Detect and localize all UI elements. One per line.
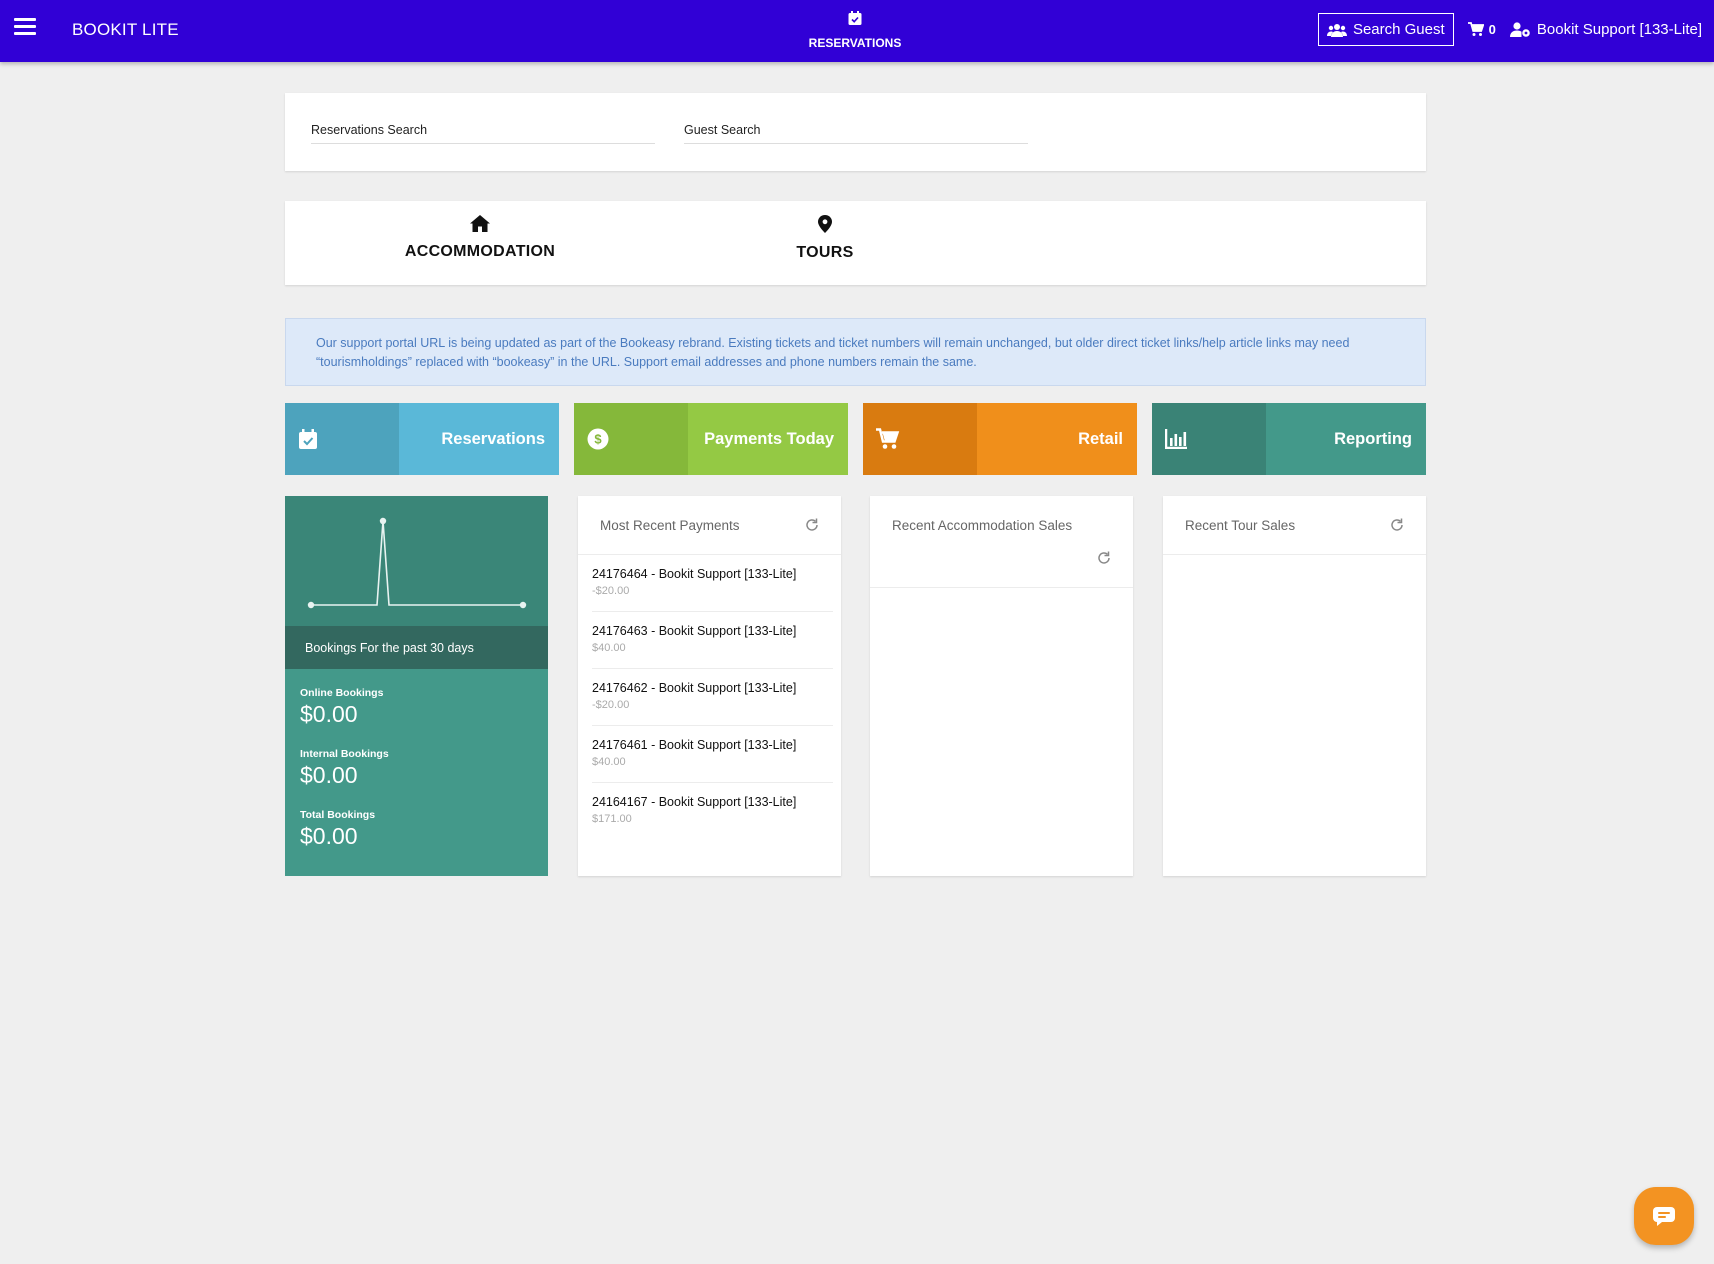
svg-text:$: $ [594,432,602,447]
recent-accommodation-card: Recent Accommodation Sales [870,496,1133,876]
tile-payments-icon-area: $ [574,403,688,475]
sparkline-point [307,601,315,609]
recent-payments-title: Most Recent Payments [600,518,740,533]
tile-payments-label: Payments Today [688,403,848,475]
recent-payments-header: Most Recent Payments [578,496,841,555]
tile-reporting-label: Reporting [1266,403,1426,475]
category-tours-label: TOURS [796,244,854,261]
calendar-check-icon [299,429,317,449]
tile-retail-icon-area [863,403,977,475]
users-icon [1326,23,1347,37]
bookings-stats-panel: Bookings For the past 30 days Online Boo… [285,496,548,876]
cart-count: 0 [1488,22,1496,37]
payment-reference: 24176464 - Bookit Support [133-Lite] [592,567,797,581]
tile-reservations-icon-area [285,403,399,475]
payment-reference: 24176463 - Bookit Support [133-Lite] [592,624,797,638]
support-notice: Our support portal URL is being updated … [285,318,1426,386]
calendar-check-icon [848,11,862,25]
bar-chart-icon [1165,429,1187,449]
payment-list-item[interactable]: 24176462 - Bookit Support [133-Lite] -$20… [592,669,833,726]
internal-bookings-stat: Internal Bookings $0.00 [285,748,548,789]
search-guest-button[interactable]: Search Guest [1317,13,1454,46]
payment-list-item[interactable]: 24176461 - Bookit Support [133-Lite] $40.… [592,726,833,783]
refresh-icon[interactable] [1390,518,1404,532]
online-bookings-value: $0.00 [300,701,358,727]
dollar-circle-icon: $ [587,428,609,450]
total-bookings-label: Total Bookings [300,809,376,821]
payment-reference: 24176461 - Bookit Support [133-Lite] [592,738,797,752]
refresh-icon[interactable] [805,518,819,532]
payment-amount: $40.00 [592,642,626,654]
tile-reservations-label: Reservations [399,403,559,475]
payment-amount: -$20.00 [592,585,630,597]
payment-reference: 24164167 - Bookit Support [133-Lite] [592,795,797,809]
recent-payments-list: 24176464 - Bookit Support [133-Lite] -$20… [578,555,841,839]
user-gear-icon [1509,22,1530,37]
cart-icon [1467,22,1484,36]
hamburger-menu-icon[interactable] [14,18,36,38]
map-pin-icon [818,215,832,233]
home-icon [470,215,490,232]
reservations-search-field[interactable]: Reservations Search [311,123,655,144]
bookings-sparkline [285,496,548,626]
sparkline-chart [307,517,527,609]
internal-bookings-value: $0.00 [300,762,358,788]
payment-amount: -$20.00 [592,699,630,711]
tile-retail[interactable]: Retail [863,403,1137,475]
recent-accommodation-header: Recent Accommodation Sales [870,496,1133,588]
tile-reservations[interactable]: Reservations [285,403,559,475]
payment-list-item[interactable]: 24176464 - Bookit Support [133-Lite] -$20… [592,555,833,612]
bookings-caption: Bookings For the past 30 days [285,626,548,669]
sparkline-point [519,601,527,609]
internal-bookings-label: Internal Bookings [300,748,389,760]
user-menu[interactable]: Bookit Support [133-Lite] [1509,21,1702,38]
chat-widget-button[interactable] [1634,1187,1694,1245]
nav-reservations[interactable]: RESERVATIONS [805,10,905,50]
payment-list-item[interactable]: 24164167 - Bookit Support [133-Lite] $171… [592,783,833,839]
payment-reference: 24176462 - Bookit Support [133-Lite] [592,681,797,695]
recent-payments-card: Most Recent Payments 24176464 - Bookit S… [578,496,841,876]
category-panel: ACCOMMODATION TOURS [285,201,1426,285]
user-label: Bookit Support [133-Lite] [1536,21,1702,38]
online-bookings-stat: Online Bookings $0.00 [285,687,548,728]
sparkline-point [379,517,387,525]
recent-tours-card: Recent Tour Sales [1163,496,1426,876]
total-bookings-stat: Total Bookings $0.00 [285,809,548,850]
category-accommodation-label: ACCOMMODATION [404,243,556,260]
online-bookings-label: Online Bookings [300,687,384,699]
recent-accommodation-title: Recent Accommodation Sales [892,518,1073,533]
tile-reporting-icon-area [1152,403,1266,475]
search-panel: Reservations Search Guest Search [285,93,1426,171]
payment-list-item[interactable]: 24176463 - Bookit Support [133-Lite] $40.… [592,612,833,669]
nav-reservations-label: RESERVATIONS [808,36,902,50]
tile-retail-label: Retail [977,403,1137,475]
brand-title[interactable]: BOOKIT LITE [72,20,179,40]
recent-tours-header: Recent Tour Sales [1163,496,1426,555]
category-tours[interactable]: TOURS [725,215,925,262]
cart-icon [876,428,900,449]
tile-payments-today[interactable]: $ Payments Today [574,403,848,475]
guest-search-field[interactable]: Guest Search [684,123,1028,144]
chat-bubble-icon [1653,1207,1675,1226]
top-bar: BOOKIT LITE RESERVATIONS Search Guest 0 [0,0,1714,62]
search-guest-label: Search Guest [1352,21,1445,38]
tile-reporting[interactable]: Reporting [1152,403,1426,475]
payment-amount: $171.00 [592,813,632,825]
total-bookings-value: $0.00 [300,823,358,849]
refresh-icon[interactable] [1097,551,1111,565]
cart-button[interactable]: 0 [1467,22,1496,37]
category-accommodation[interactable]: ACCOMMODATION [380,215,580,261]
recent-tours-title: Recent Tour Sales [1185,518,1296,533]
payment-amount: $40.00 [592,756,626,768]
